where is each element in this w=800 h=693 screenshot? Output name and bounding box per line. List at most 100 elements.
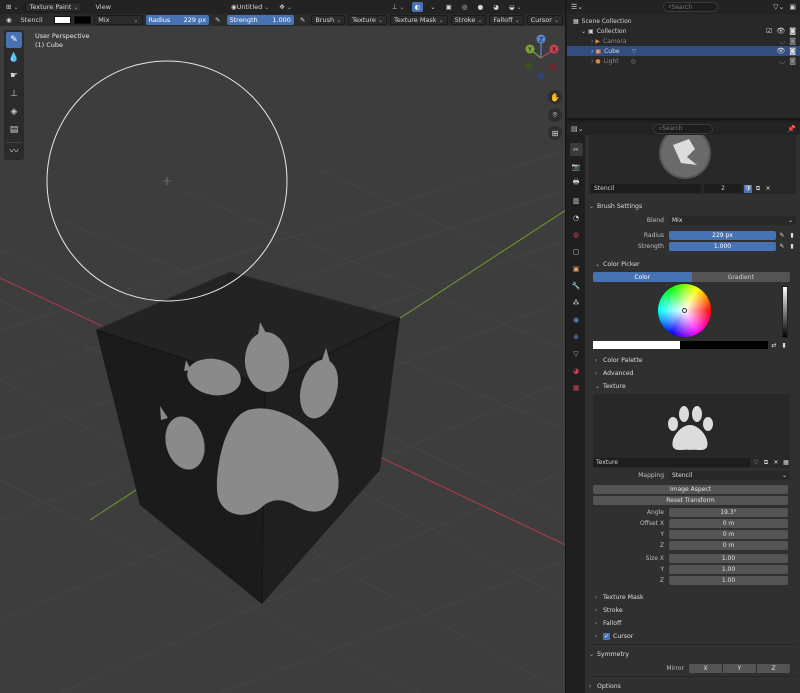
texture-mask-menu[interactable]: Texture Mask xyxy=(389,15,448,25)
texture-header[interactable]: ⌄ Texture xyxy=(589,380,796,392)
size-z-field[interactable]: 1.00 xyxy=(669,576,788,585)
falloff-menu[interactable]: Falloff xyxy=(489,15,524,25)
color-palette-header[interactable]: › Color Palette xyxy=(589,354,796,366)
unlink-x-icon[interactable]: ✕ xyxy=(772,459,780,467)
cursor-menu[interactable]: Cursor xyxy=(526,15,563,25)
brush-preview[interactable] xyxy=(589,135,796,183)
eye-icon[interactable]: 👁 xyxy=(776,47,785,55)
fake-user-shield-icon[interactable]: 🛡 xyxy=(744,184,752,193)
brush-users-count[interactable]: 2 xyxy=(704,184,742,193)
color-wheel-cursor[interactable] xyxy=(682,308,687,313)
radius-field[interactable]: 229 px xyxy=(669,231,776,240)
view-menu[interactable]: View xyxy=(92,2,113,12)
fill-tool-icon[interactable]: ◈ xyxy=(6,104,22,120)
radius-unit-icon[interactable]: ▮ xyxy=(788,232,796,240)
render-tab-icon[interactable]: 📷 xyxy=(570,160,583,173)
ortho-grid-icon[interactable]: ⊞ xyxy=(548,126,562,140)
stroke-header[interactable]: › Stroke xyxy=(589,604,796,616)
brush-menu[interactable]: Brush xyxy=(311,15,346,25)
mapping-dropdown[interactable]: Stencil ⌄ xyxy=(669,471,790,480)
outliner-row-scene-collection[interactable]: ▦ Scene Collection xyxy=(567,16,800,26)
soften-tool-icon[interactable]: 💧 xyxy=(6,50,22,66)
texture-menu[interactable]: Texture xyxy=(348,15,387,25)
camera-view-icon[interactable]: ⌾ xyxy=(548,108,562,122)
outliner-search-input[interactable]: ⌕ Search xyxy=(663,2,719,12)
expand-chevron-icon[interactable]: ⌄ xyxy=(581,28,586,35)
strength-field[interactable]: Strength 1.000 xyxy=(226,15,294,25)
data-tab-icon[interactable]: ▽ xyxy=(570,347,583,360)
overlay-toggle-icon[interactable]: ◐ xyxy=(411,2,424,12)
camera-icon[interactable]: ◙ xyxy=(789,27,796,35)
pin-icon[interactable]: 📌 xyxy=(787,125,796,133)
material-tab-icon[interactable]: ◕ xyxy=(570,364,583,377)
object-tab-icon[interactable]: ▣ xyxy=(570,262,583,275)
modifier-tab-icon[interactable]: 🔧 xyxy=(570,279,583,292)
size-y-field[interactable]: 1.00 xyxy=(669,565,788,574)
physics-tab-icon[interactable]: ◉ xyxy=(570,313,583,326)
mode-dropdown[interactable]: Texture Paint xyxy=(25,2,83,12)
falloff-header[interactable]: › Falloff xyxy=(589,617,796,629)
texture-name-field[interactable]: Texture xyxy=(593,458,750,467)
outliner-editor-icon[interactable]: ☰⌄ xyxy=(571,3,583,11)
scene-tab-icon[interactable]: ◔ xyxy=(570,211,583,224)
file-name[interactable]: ◉ Untitled xyxy=(228,2,272,12)
outliner-row-camera[interactable]: › ▶ Camera ◡ ◙ xyxy=(567,36,800,46)
wireframe-shading-icon[interactable]: ◎ xyxy=(459,2,471,12)
advanced-header[interactable]: › Advanced xyxy=(589,367,796,379)
clone-tool-icon[interactable]: ⊥ xyxy=(6,86,22,102)
offset-x-field[interactable]: 0 m xyxy=(669,519,788,528)
texture-preview[interactable] xyxy=(593,394,790,457)
color-pressure-icon[interactable]: ▮ xyxy=(780,341,788,349)
outliner-row-cube[interactable]: › ▣ Cube ▽ 👁 ◙ xyxy=(567,46,800,56)
strength-pressure-icon[interactable]: ✎ xyxy=(778,243,786,251)
cursor-header[interactable]: › ✓ Cursor xyxy=(589,630,796,642)
annotate-tool-icon[interactable]: 〰 xyxy=(6,142,22,158)
camera-icon[interactable]: ◙ xyxy=(789,47,796,55)
radius-pressure-icon[interactable]: ✎ xyxy=(778,232,786,240)
mirror-x-toggle[interactable]: X xyxy=(689,664,722,673)
brush-name-field[interactable]: Stencil xyxy=(591,184,701,193)
orientation-icon[interactable]: ✥ xyxy=(276,2,294,12)
texture-mask-header[interactable]: › Texture Mask xyxy=(589,591,796,603)
duplicate-icon[interactable]: ⧉ xyxy=(754,185,762,193)
swap-colors-icon[interactable]: ⇄ xyxy=(770,341,778,349)
navigation-gizmo[interactable]: Z X Y xyxy=(525,34,559,80)
size-x-field[interactable]: 1.00 xyxy=(669,554,788,563)
xray-icon[interactable]: ▣ xyxy=(443,2,455,12)
strength-pressure-icon[interactable]: ✎ xyxy=(297,15,308,25)
tool-tab-icon[interactable]: ✂ xyxy=(569,143,583,156)
3d-viewport[interactable]: Z X Y ⊞ Texture Paint View ◉ Untitled ✥ … xyxy=(0,0,566,693)
radius-field[interactable]: Radius 229 px xyxy=(145,15,210,25)
rendered-shading-icon[interactable]: ◒ xyxy=(506,2,525,12)
offset-z-field[interactable]: 0 m xyxy=(669,541,788,550)
view-layer-tab-icon[interactable]: ▥ xyxy=(570,194,583,207)
brush-name[interactable]: Stencil xyxy=(18,15,51,25)
draw-tool-icon[interactable]: ✎ xyxy=(6,32,22,48)
expand-chevron-icon[interactable]: › xyxy=(591,48,593,55)
properties-editor-icon[interactable]: ▤⌄ xyxy=(571,125,583,133)
solid-shading-icon[interactable]: ● xyxy=(474,2,486,12)
secondary-color-swatch[interactable] xyxy=(73,16,92,24)
texture-tab-icon[interactable]: ▦ xyxy=(570,381,583,394)
color-tab[interactable]: Color xyxy=(593,272,692,282)
editor-type-button[interactable]: ⊞ xyxy=(3,2,21,12)
new-collection-icon[interactable]: ▣ xyxy=(789,3,796,11)
properties-search-input[interactable]: ⌕ Search xyxy=(653,123,714,134)
value-slider[interactable] xyxy=(782,286,788,338)
gizmo-toggle-icon[interactable]: ⊥ xyxy=(389,2,408,12)
mirror-z-toggle[interactable]: Z xyxy=(757,664,790,673)
checkbox-icon[interactable]: ☑ xyxy=(766,27,772,35)
eye-icon[interactable]: ◡ xyxy=(779,37,785,45)
stroke-menu[interactable]: Stroke xyxy=(450,15,487,25)
eye-icon[interactable]: 👁 xyxy=(776,27,785,35)
mirror-y-toggle[interactable]: Y xyxy=(723,664,756,673)
brush-icon[interactable]: ◉ xyxy=(3,15,15,25)
filter-icon[interactable]: ▽⌄ xyxy=(773,3,784,11)
color-picker-header[interactable]: ⌄ Color Picker xyxy=(589,258,796,270)
blend-dropdown[interactable]: Mix xyxy=(94,15,143,25)
expand-chevron-icon[interactable]: › xyxy=(591,58,593,65)
constraints-tab-icon[interactable]: ⊗ xyxy=(570,330,583,343)
material-shading-icon[interactable]: ◕ xyxy=(490,2,502,12)
browse-texture-icon[interactable]: ▦ xyxy=(782,459,790,467)
reset-transform-button[interactable]: Reset Transform xyxy=(593,496,788,505)
